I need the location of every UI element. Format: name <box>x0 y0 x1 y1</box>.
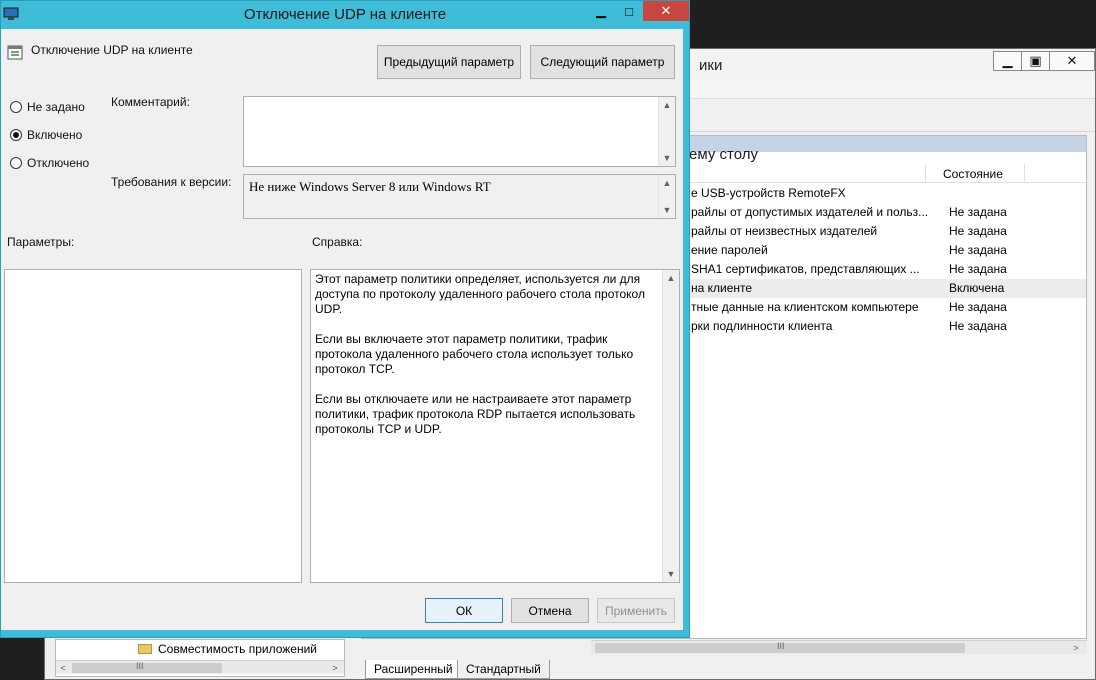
dialog-titlebar: Отключение UDP на клиенте ▁ □ ✕ <box>1 1 689 29</box>
tab-standard[interactable]: Стандартный <box>457 660 550 679</box>
version-scrollbar[interactable]: ▲ ▼ <box>658 175 675 218</box>
maximize-icon: □ <box>625 3 633 19</box>
policy-name-cell: райлы от неизвестных издателей <box>691 224 878 238</box>
help-pane[interactable]: Этот параметр политики определяет, испол… <box>310 269 680 583</box>
close-button[interactable]: ✕ <box>643 1 689 21</box>
close-button[interactable]: ✕ <box>1049 51 1095 71</box>
policy-name-cell: ение паролей <box>691 243 768 257</box>
gpo-editor-title: ики <box>699 57 723 74</box>
category-tree: Совместимость приложений < III > <box>55 639 345 677</box>
dialog-body: Отключение UDP на клиенте Предыдущий пар… <box>1 29 683 630</box>
radio-option[interactable]: Отключено <box>10 156 100 172</box>
minimize-icon: ▁ <box>1002 53 1013 68</box>
scroll-left-icon[interactable]: < <box>56 661 70 675</box>
policy-state-cell: Не задана <box>949 224 1007 238</box>
comment-scrollbar[interactable]: ▲ ▼ <box>658 97 675 166</box>
policy-dialog: Отключение UDP на клиенте ▁ □ ✕ Отключен… <box>0 0 690 638</box>
policy-name-cell: тные данные на клиентском компьютере <box>691 300 919 314</box>
previous-setting-button[interactable]: Предыдущий параметр <box>377 45 521 79</box>
folder-icon <box>138 644 152 654</box>
policy-name: Отключение UDP на клиенте <box>31 43 193 57</box>
radio-checked-icon[interactable] <box>10 129 22 141</box>
policy-state-cell: Не задана <box>949 243 1007 257</box>
policy-state-cell: Включена <box>949 281 1005 295</box>
scroll-grip: III <box>777 641 785 651</box>
close-icon: ✕ <box>660 3 672 18</box>
policy-state-cell: Не задана <box>949 300 1007 314</box>
close-icon: ✕ <box>1066 53 1078 68</box>
tab-extended[interactable]: Расширенный <box>365 660 462 679</box>
column-divider[interactable] <box>1024 164 1025 182</box>
options-label: Параметры: <box>7 235 75 249</box>
help-text: Этот параметр политики определяет, испол… <box>315 272 645 436</box>
list-hscrollbar[interactable]: III > <box>591 640 1087 654</box>
scroll-thumb[interactable] <box>72 663 222 673</box>
maximize-button[interactable]: □ <box>615 1 643 21</box>
comment-label: Комментарий: <box>111 95 190 109</box>
policy-name-cell: райлы от допустимых издателей и польз... <box>691 205 929 219</box>
help-label: Справка: <box>312 235 363 249</box>
version-label: Требования к версии: <box>111 175 232 189</box>
minimize-icon: ▁ <box>596 3 606 18</box>
radio-option[interactable]: Включено <box>10 128 100 144</box>
minimize-button[interactable]: ▁ <box>587 1 615 21</box>
policy-state-cell: Не задана <box>949 205 1007 219</box>
version-value: Не ниже Windows Server 8 или Windows RT <box>249 179 491 194</box>
dialog-title: Отключение UDP на клиенте <box>243 6 447 23</box>
scroll-up-icon[interactable]: ▲ <box>663 270 679 286</box>
comment-field[interactable]: ▲ ▼ <box>243 96 676 167</box>
scroll-down-icon[interactable]: ▼ <box>663 566 679 582</box>
help-scrollbar[interactable]: ▲ ▼ <box>662 270 679 582</box>
next-setting-button[interactable]: Следующий параметр <box>530 45 675 79</box>
minimize-button[interactable]: ▁ <box>993 51 1022 71</box>
ok-button[interactable]: ОК <box>425 598 503 623</box>
scroll-down-icon[interactable]: ▼ <box>659 150 675 166</box>
policy-state-cell: Не задана <box>949 319 1007 333</box>
maximize-icon: ▣ <box>1029 53 1042 68</box>
apply-button[interactable]: Применить <box>597 598 675 623</box>
tree-item-app-compat[interactable]: Совместимость приложений <box>158 642 317 656</box>
cancel-button[interactable]: Отмена <box>511 598 589 623</box>
radio-unchecked-icon[interactable] <box>10 157 22 169</box>
policy-setting-icon <box>7 45 23 60</box>
scroll-right-icon[interactable]: > <box>328 661 342 675</box>
policy-name-cell: SHA1 сертификатов, представляющих ... <box>691 262 920 276</box>
policy-state-cell: Не задана <box>949 262 1007 276</box>
scroll-up-icon[interactable]: ▲ <box>659 175 675 191</box>
scroll-grip: III <box>136 661 144 671</box>
radio-label: Не задано <box>27 100 85 114</box>
column-header-state[interactable]: Состояние <box>943 167 1003 181</box>
view-tabs: Расширенный Стандартный <box>361 659 1087 679</box>
radio-option[interactable]: Не задано <box>10 100 100 116</box>
radio-label: Включено <box>27 128 83 142</box>
maximize-button[interactable]: ▣ <box>1021 51 1050 71</box>
radio-label: Отключено <box>27 156 90 170</box>
column-divider[interactable] <box>925 164 926 182</box>
policy-name-cell: на клиенте <box>691 281 753 295</box>
scroll-down-icon[interactable]: ▼ <box>659 202 675 218</box>
list-header-title: ему столу <box>689 146 758 163</box>
policy-name-cell: е USB-устройств RemoteFX <box>691 186 846 200</box>
scroll-right-icon[interactable]: > <box>1069 641 1083 655</box>
tree-hscrollbar[interactable]: < III > <box>56 660 344 674</box>
policy-name-cell: рки подлинности клиента <box>691 319 833 333</box>
radio-unchecked-icon[interactable] <box>10 101 22 113</box>
version-field[interactable]: Не ниже Windows Server 8 или Windows RT … <box>243 174 676 219</box>
options-pane <box>4 269 302 583</box>
scroll-up-icon[interactable]: ▲ <box>659 97 675 113</box>
